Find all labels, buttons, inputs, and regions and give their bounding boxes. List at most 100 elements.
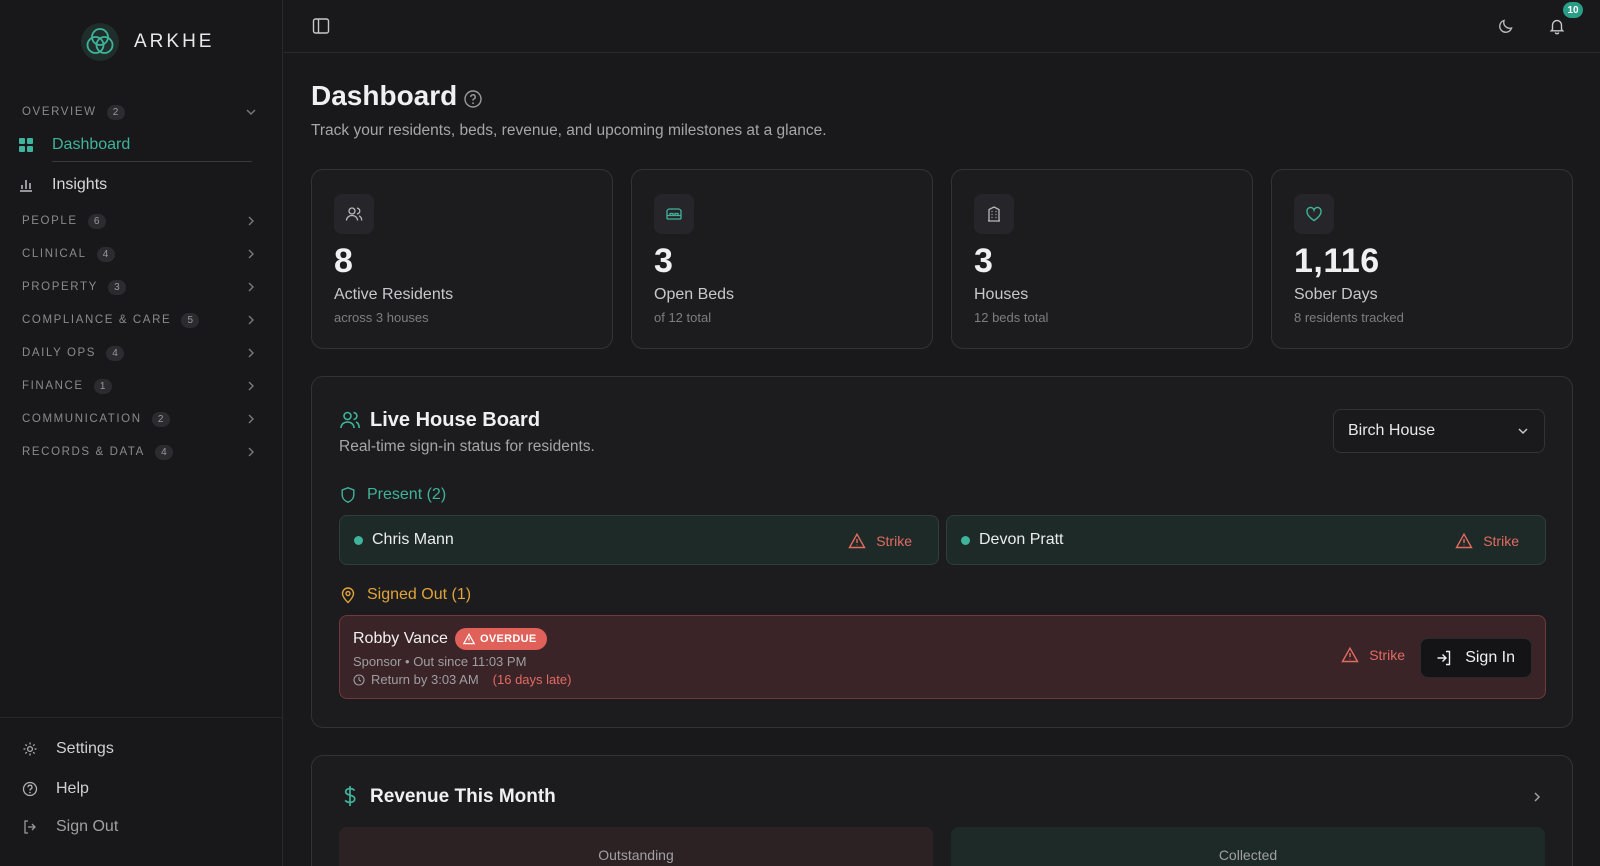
- nav-group-label: CLINICAL: [22, 248, 87, 260]
- sign-out-icon: [24, 820, 36, 834]
- sign-out-link[interactable]: Sign Out: [22, 813, 118, 841]
- settings-link[interactable]: Settings: [22, 735, 114, 763]
- logo-icon: [81, 23, 119, 61]
- brand-name: ARKHE: [134, 31, 215, 52]
- present-label: Present (2): [367, 486, 447, 503]
- house-select[interactable]: Birch House: [1333, 409, 1545, 453]
- warning-icon: [1341, 646, 1359, 663]
- nav-group-overview[interactable]: OVERVIEW 2: [22, 100, 262, 124]
- toggle-sidebar-button[interactable]: [309, 14, 333, 38]
- nav-group-property[interactable]: PROPERTY 3: [22, 275, 262, 299]
- stat-card-houses[interactable]: 3 Houses 12 beds total: [951, 169, 1253, 349]
- dollar-icon: [344, 786, 356, 806]
- signed-out-section-header: Signed Out (1): [339, 586, 471, 604]
- chevron-right-icon: [248, 315, 254, 325]
- page-title: Dashboard: [311, 80, 458, 111]
- warning-icon: [848, 532, 866, 549]
- notifications-button[interactable]: 10: [1545, 2, 1583, 38]
- users-icon: [340, 411, 360, 429]
- chevron-right-icon: [248, 348, 254, 358]
- sidebar-item-label: Dashboard: [52, 136, 131, 153]
- notification-badge: 10: [1563, 2, 1583, 18]
- sign-in-button[interactable]: Sign In: [1420, 638, 1532, 678]
- stat-icon-box: [974, 194, 1014, 234]
- revenue-panel: Revenue This Month Outstanding Collected: [311, 755, 1573, 866]
- stat-value: 3: [974, 242, 994, 280]
- bed-icon: [666, 208, 682, 220]
- present-section-header: Present (2): [339, 486, 446, 504]
- outstanding-label: Outstanding: [598, 847, 674, 863]
- stat-card-active-residents[interactable]: 8 Active Residents across 3 houses: [311, 169, 613, 349]
- live-house-board: Live House Board Real-time sign-in statu…: [311, 376, 1573, 728]
- strike-button[interactable]: Strike: [1455, 532, 1519, 550]
- theme-toggle-button[interactable]: [1494, 14, 1518, 38]
- stat-card-open-beds[interactable]: 3 Open Beds of 12 total: [631, 169, 933, 349]
- strike-label: Strike: [1369, 647, 1405, 663]
- signed-out-resident-card[interactable]: Robby Vance OVERDUE Sponsor • Out since …: [339, 615, 1546, 699]
- sidebar-item-label: Insights: [52, 176, 108, 193]
- nav-group-finance[interactable]: FINANCE 1: [22, 374, 262, 398]
- help-circle-icon[interactable]: [463, 89, 483, 109]
- collected-card[interactable]: Collected: [951, 827, 1545, 866]
- nav-group-count: 1: [93, 378, 112, 394]
- nav-group-compliance-care[interactable]: COMPLIANCE & CARE 5: [22, 308, 262, 332]
- help-label: Help: [56, 780, 89, 797]
- chevron-down-icon: [1518, 428, 1528, 435]
- brand[interactable]: ARKHE: [80, 22, 214, 62]
- page-subtitle: Track your residents, beds, revenue, and…: [311, 122, 827, 139]
- nav-group-people[interactable]: PEOPLE 6: [22, 209, 262, 233]
- strike-label: Strike: [876, 533, 912, 549]
- chevron-right-icon: [248, 414, 254, 424]
- chevron-right-icon: [248, 381, 254, 391]
- return-time: Return by 3:03 AM (16 days late): [353, 672, 571, 687]
- users-icon: [345, 207, 363, 221]
- help-circle-icon: [22, 781, 38, 797]
- nav-group-count: 4: [106, 345, 125, 361]
- chevron-right-icon: [248, 249, 254, 259]
- nav-group-label: DAILY OPS: [22, 347, 97, 359]
- help-link[interactable]: Help: [22, 775, 89, 803]
- resident-name: Devon Pratt: [979, 531, 1064, 548]
- moon-icon: [1499, 19, 1513, 33]
- stat-label: Active Residents: [334, 286, 454, 303]
- stat-value: 8: [334, 242, 354, 280]
- nav-group-count: 4: [154, 444, 173, 460]
- return-label: Return by 3:03 AM: [371, 672, 479, 687]
- nav-group-communication[interactable]: COMMUNICATION 2: [22, 407, 262, 431]
- nav-group-label: COMPLIANCE & CARE: [22, 314, 172, 326]
- stat-label: Houses: [974, 286, 1029, 303]
- nav-group-records-data[interactable]: RECORDS & DATA 4: [22, 440, 262, 464]
- house-select-value: Birch House: [1348, 422, 1436, 439]
- nav-group-daily-ops[interactable]: DAILY OPS 4: [22, 341, 262, 365]
- stat-sublabel: of 12 total: [654, 310, 712, 325]
- nav-group-count: 3: [107, 279, 126, 295]
- chevron-down-icon: [246, 109, 256, 115]
- outstanding-card[interactable]: Outstanding: [339, 827, 933, 866]
- resident-card[interactable]: Devon Pratt Strike: [946, 515, 1546, 565]
- nav-group-count: 4: [96, 246, 115, 262]
- chevron-right-icon[interactable]: [1530, 790, 1544, 804]
- bell-icon: [1549, 19, 1565, 35]
- map-pin-icon: [341, 587, 355, 604]
- resident-card[interactable]: Chris Mann Strike: [339, 515, 939, 565]
- sidebar-item-insights[interactable]: Insights: [18, 170, 254, 200]
- sidebar-item-dashboard[interactable]: Dashboard: [18, 130, 254, 162]
- strike-button[interactable]: Strike: [1341, 646, 1405, 664]
- nav-group-label: FINANCE: [22, 380, 84, 392]
- strike-button[interactable]: Strike: [848, 532, 912, 550]
- signed-out-label: Signed Out (1): [367, 586, 472, 603]
- clock-icon: [353, 673, 365, 686]
- nav-group-count: 2: [106, 104, 125, 120]
- stat-label: Sober Days: [1294, 286, 1378, 303]
- gear-icon: [23, 742, 37, 756]
- stat-card-sober-days[interactable]: 1,116 Sober Days 8 residents tracked: [1271, 169, 1573, 349]
- nav-group-clinical[interactable]: CLINICAL 4: [22, 242, 262, 266]
- stat-icon-box: [334, 194, 374, 234]
- nav-group-label: OVERVIEW: [22, 106, 97, 118]
- resident-name: Chris Mann: [372, 531, 454, 548]
- stat-sublabel: 8 residents tracked: [1294, 310, 1404, 325]
- nav-group-label: RECORDS & DATA: [22, 446, 145, 458]
- sidebar: ARKHE OVERVIEW 2 Dashboard Insights PEOP…: [0, 0, 283, 866]
- stat-value: 1,116: [1294, 242, 1380, 280]
- chevron-right-icon: [248, 282, 254, 292]
